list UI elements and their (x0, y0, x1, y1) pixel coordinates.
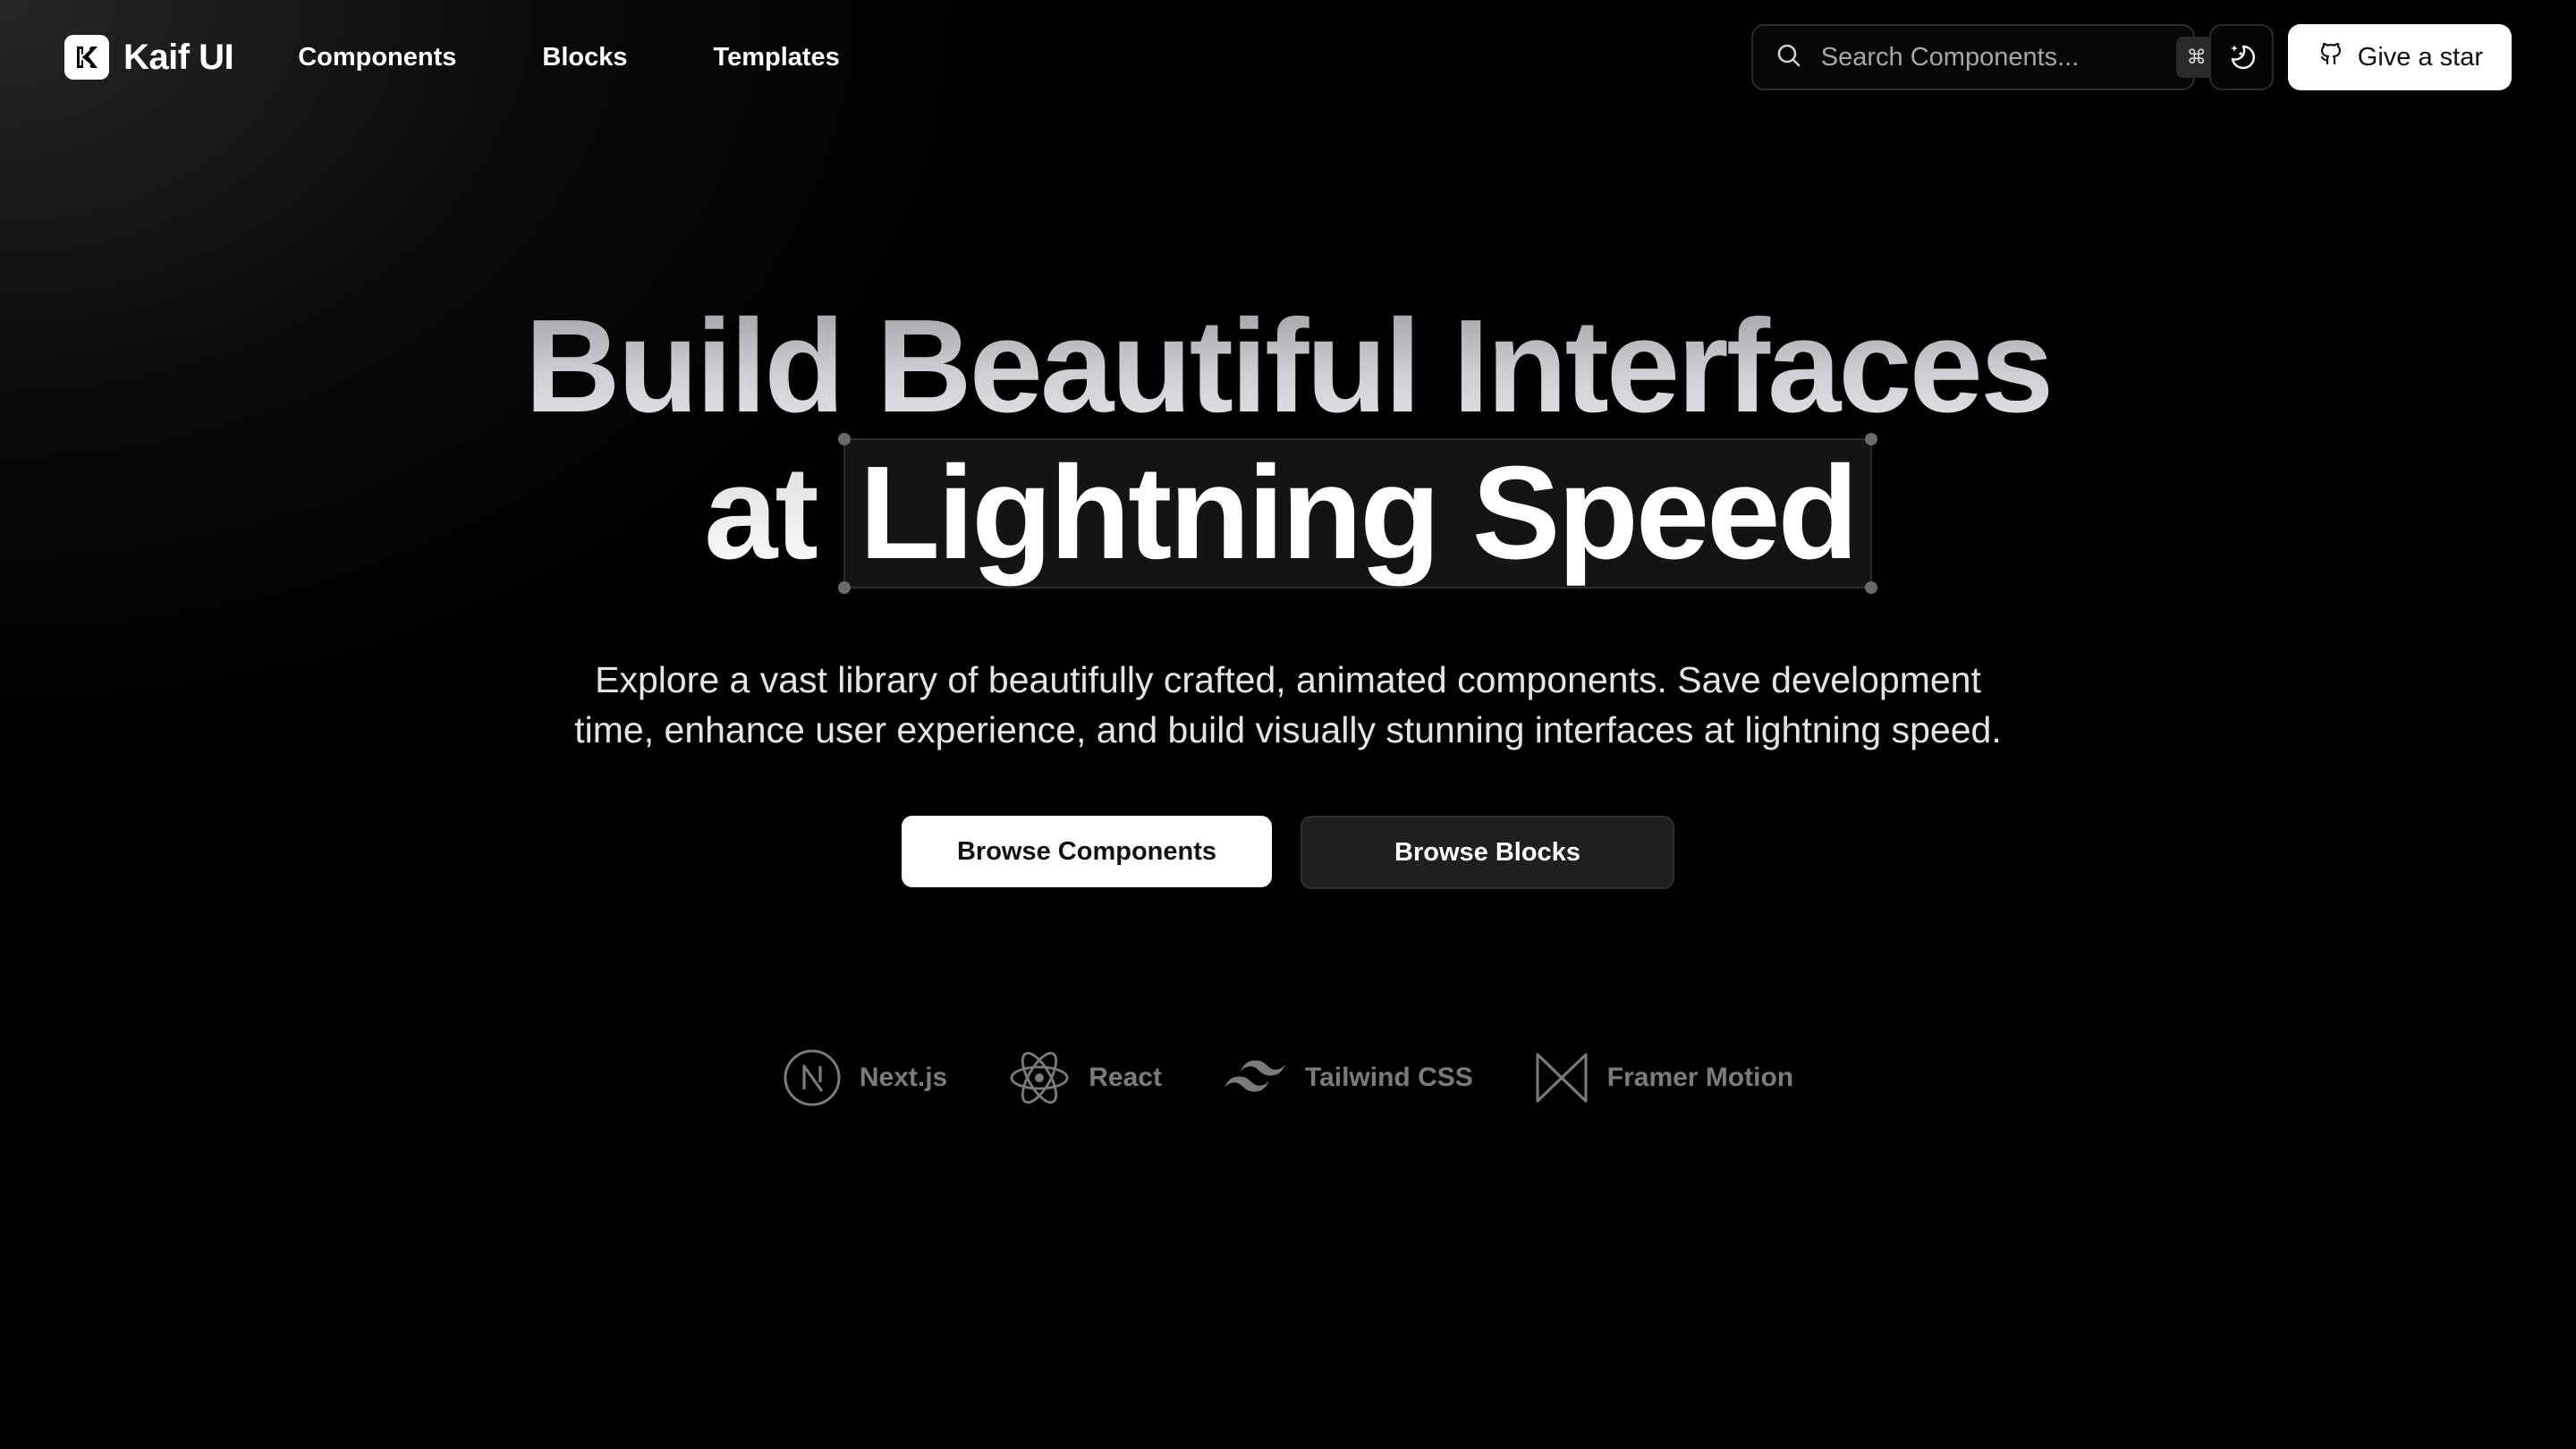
tech-name: Framer Motion (1606, 1063, 1794, 1092)
hero-title-prefix: at (704, 439, 819, 587)
browse-blocks-button[interactable]: Browse Blocks (1301, 816, 1674, 889)
kaif-logo-icon (64, 35, 109, 80)
nav-link-templates[interactable]: Templates (714, 43, 840, 72)
give-a-star-label: Give a star (2357, 42, 2483, 72)
nav-link-blocks[interactable]: Blocks (542, 43, 627, 72)
hero-subtitle: Explore a vast library of beautifully cr… (0, 655, 2576, 755)
hero-title: Build Beautiful Interfaces at Lightning … (0, 295, 2576, 594)
command-key-icon: ⌘ (2186, 46, 2207, 68)
hero-subtitle-line1: Explore a vast library of beautifully cr… (595, 659, 1981, 700)
hero-title-highlight: Lightning Speed (837, 433, 1877, 594)
tech-item-framer-motion: Framer Motion (1534, 1048, 1793, 1107)
brand-link[interactable]: Kaif UI (64, 35, 234, 80)
search-input[interactable] (1820, 42, 2158, 72)
tailwind-icon (1223, 1057, 1287, 1098)
tech-stack-list: Next.js React Tailwind CSS Framer Motion (0, 1048, 2576, 1107)
give-a-star-button[interactable]: Give a star (2287, 24, 2512, 90)
nav-actions: ⌘ K Give a st (1750, 24, 2512, 90)
tech-item-react: React (1008, 1048, 1162, 1107)
hero-title-line1: Build Beautiful Interfaces (0, 295, 2576, 438)
nav-link-components[interactable]: Components (298, 43, 456, 72)
nextjs-icon (783, 1048, 842, 1107)
react-icon (1008, 1048, 1071, 1107)
brand-name: Kaif UI (123, 37, 234, 77)
search-icon (1775, 41, 1803, 74)
github-icon (2317, 39, 2345, 75)
tech-item-tailwind: Tailwind CSS (1223, 1048, 1473, 1107)
hero-title-highlight-text: Lightning Speed (859, 439, 1859, 587)
tech-name: Tailwind CSS (1304, 1063, 1473, 1092)
navbar: Kaif UI Components Blocks Templates ⌘ K (0, 0, 2576, 114)
tech-name: React (1089, 1063, 1162, 1092)
selection-handle-top-left (837, 433, 851, 445)
selection-handle-top-right (1864, 433, 1877, 445)
nav-links: Components Blocks Templates (298, 43, 840, 72)
page: Kaif UI Components Blocks Templates ⌘ K (0, 0, 2576, 1449)
hero-subtitle-line2: time, enhance user experience, and build… (574, 709, 2002, 750)
tech-item-nextjs: Next.js (783, 1048, 947, 1107)
search-box[interactable]: ⌘ K (1750, 24, 2238, 90)
theme-toggle-button[interactable] (2208, 24, 2274, 90)
tech-name: Next.js (859, 1063, 948, 1092)
browse-components-button[interactable]: Browse Components (902, 816, 1272, 887)
hero-title-line2: at Lightning Speed (0, 433, 2576, 594)
selection-handle-bottom-right (1864, 581, 1877, 594)
moon-sparkle-icon (2224, 39, 2258, 76)
hero-cta-group: Browse Components Browse Blocks (0, 816, 2576, 889)
framer-motion-icon (1534, 1051, 1589, 1105)
selection-handle-bottom-left (837, 581, 851, 594)
